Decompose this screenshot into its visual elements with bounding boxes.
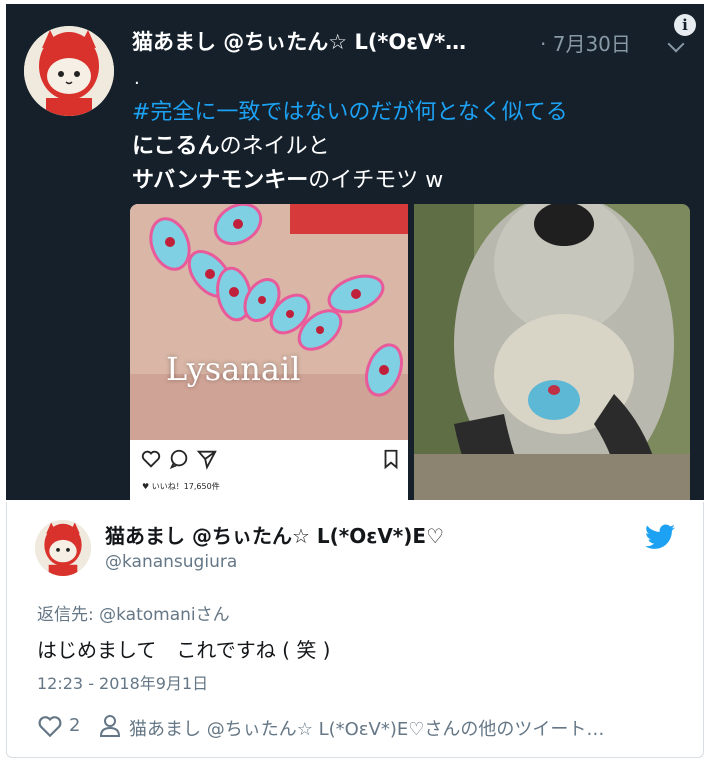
nail-photo: [130, 204, 408, 440]
image-watermark: Lysanail: [166, 350, 301, 388]
share-icon: [196, 450, 217, 470]
reply-prefix: 返信先:: [37, 605, 100, 625]
tweet-timestamp[interactable]: 12:23 - 2018年9月1日: [37, 670, 208, 694]
reply-tweet: 猫あまし @ちぃたん☆ L(*OεV*)E♡ @kanansugiura 返信先…: [6, 502, 704, 758]
like-count: 2: [69, 715, 81, 736]
embedded-tweet: 猫あまし @ちぃたん☆ L(*OεV*… · 7月30日 i . #完全に一致で…: [6, 4, 704, 500]
chevron-down-icon[interactable]: [667, 35, 685, 53]
avatar[interactable]: [35, 520, 91, 576]
tweet-footer: 2 猫あまし @ちぃたん☆ L(*OεV*)E♡さんの他のツイート…: [37, 712, 697, 742]
author-name[interactable]: 猫あまし @ちぃたん☆ L(*OεV*…: [132, 26, 466, 56]
tweet-line-1-rest: のネイルと: [219, 134, 330, 159]
reply-to-line: 返信先: @katomaniさん: [37, 600, 230, 625]
avatar[interactable]: [24, 26, 114, 116]
reply-suffix: さん: [195, 605, 230, 625]
author-handle[interactable]: @kanansugiura: [105, 552, 237, 572]
hashtag-link[interactable]: #完全に一致ではないのだが何となく似てる: [132, 94, 568, 126]
tweet-line-2-bold: サバンナモンキー: [132, 168, 309, 193]
heart-icon[interactable]: [37, 714, 63, 738]
author-name[interactable]: 猫あまし @ちぃたん☆ L(*OεV*)E♡: [105, 520, 444, 549]
twitter-bird-icon[interactable]: [645, 524, 675, 550]
heart-icon: [141, 450, 161, 468]
more-tweets-link[interactable]: 猫あまし @ちぃたん☆ L(*OεV*)E♡さんの他のツイート…: [129, 715, 689, 741]
tweet-line-2: サバンナモンキーのイチモツ w: [132, 162, 443, 194]
tweet-date[interactable]: · 7月30日: [540, 28, 631, 57]
tweet-text: はじめまして これですね ( 笑 ): [37, 638, 331, 662]
nail-image[interactable]: Lysanail ♥ いいね！17,650件: [130, 204, 408, 500]
reply-mention-link[interactable]: @katomani: [99, 605, 196, 625]
tweet-line-1: にこるんのネイルと: [132, 128, 330, 160]
instagram-action-bar: ♥ いいね！17,650件: [130, 444, 408, 500]
monkey-photo: [414, 204, 690, 500]
info-icon[interactable]: i: [674, 14, 696, 36]
tweet-dot: .: [134, 68, 140, 89]
bookmark-icon: [384, 449, 398, 470]
likes-count: ♥ いいね！17,650件: [142, 482, 220, 491]
monkey-image[interactable]: [414, 204, 690, 500]
tweet-line-2-rest: のイチモツ w: [308, 168, 444, 193]
person-icon: [99, 715, 121, 737]
comment-icon: [169, 449, 188, 469]
tweet-line-1-bold: にこるん: [132, 134, 220, 159]
